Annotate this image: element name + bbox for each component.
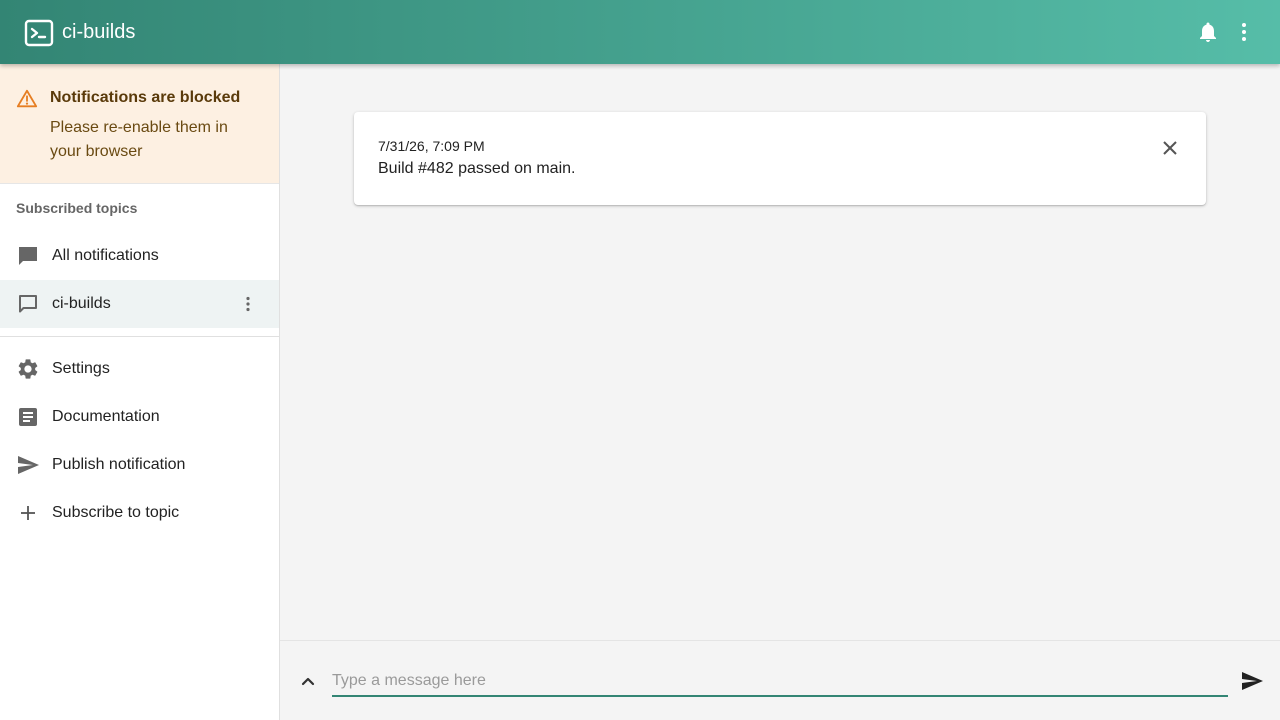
chevron-up-icon[interactable] [296, 669, 320, 693]
sidebar-item-label: All notifications [52, 247, 159, 264]
alert-title: Notifications are blocked [50, 89, 241, 106]
send-icon [18, 456, 39, 474]
app-bar: ci-builds [0, 0, 1280, 64]
terminal-icon [24, 19, 54, 47]
message-composer [280, 640, 1280, 720]
alert-body: Please re-enable them in your browser [50, 119, 228, 160]
sidebar-item-label: Settings [52, 360, 110, 377]
plus-icon [21, 506, 35, 520]
app-title: ci-builds [62, 21, 136, 43]
sidebar-item-label: Publish notification [52, 456, 186, 473]
sidebar-item-label: ci-builds [52, 295, 111, 312]
bell-icon[interactable] [1196, 20, 1220, 44]
notification-card: 7/31/26, 7:09 PM Build #482 passed on ma… [354, 112, 1206, 205]
send-icon[interactable] [1240, 669, 1264, 693]
sidebar-item-ci-builds[interactable]: ci-builds [0, 280, 279, 328]
sidebar-item-publish-notification[interactable]: Publish notification [0, 441, 279, 489]
gear-icon [18, 359, 38, 379]
close-icon[interactable] [1158, 136, 1182, 160]
chat-outline-icon [19, 295, 37, 313]
notification-list: 7/31/26, 7:09 PM Build #482 passed on ma… [280, 64, 1280, 640]
sidebar-item-label: Subscribe to topic [52, 504, 180, 521]
sidebar-item-all-notifications[interactable]: All notifications [0, 232, 279, 280]
chat-filled-icon [19, 247, 37, 265]
document-icon [19, 408, 37, 426]
more-vert-icon[interactable] [1232, 20, 1256, 44]
sidebar-item-subscribe-to-topic[interactable]: Subscribe to topic [0, 489, 279, 537]
notification-timestamp: 7/31/26, 7:09 PM [378, 138, 485, 154]
sidebar: Notifications are blocked Please re-enab… [0, 64, 280, 720]
sidebar-divider [0, 336, 279, 337]
message-input[interactable] [332, 667, 1228, 697]
section-label-subscribed-topics: Subscribed topics [16, 200, 138, 216]
warning-icon [16, 89, 38, 108]
notification-message: Build #482 passed on main. [378, 160, 576, 177]
sidebar-item-documentation[interactable]: Documentation [0, 393, 279, 441]
sidebar-item-settings[interactable]: Settings [0, 345, 279, 393]
sidebar-item-label: Documentation [52, 408, 160, 425]
more-vert-icon[interactable] [236, 292, 260, 316]
notifications-blocked-alert: Notifications are blocked Please re-enab… [0, 64, 279, 184]
